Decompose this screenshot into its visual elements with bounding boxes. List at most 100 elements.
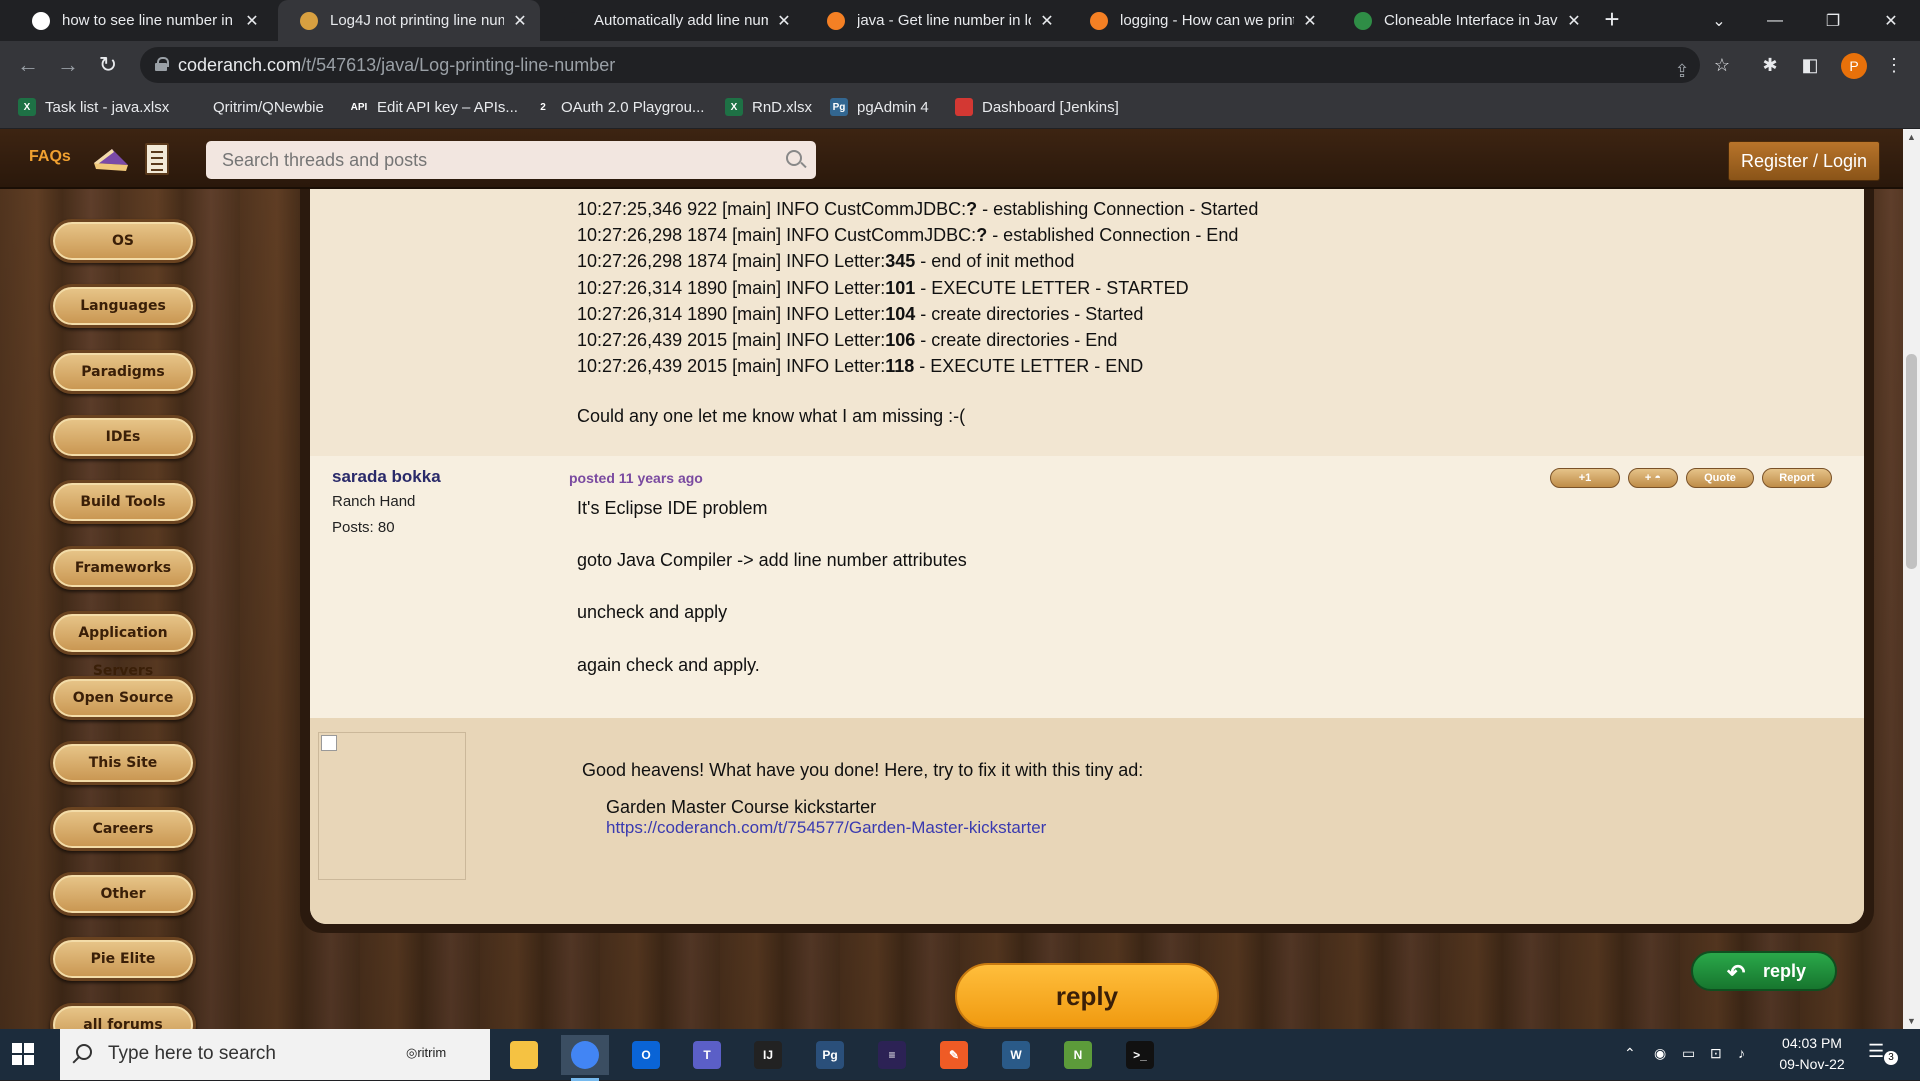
taskbar-app[interactable]: >_ bbox=[1116, 1035, 1164, 1075]
chrome-menu-icon[interactable]: ⋮ bbox=[1880, 51, 1908, 79]
reply-button[interactable]: reply bbox=[955, 963, 1219, 1029]
sidebar-forum-button[interactable]: all forums bbox=[50, 1002, 196, 1029]
back-icon[interactable]: ← bbox=[14, 51, 42, 79]
taskbar-app[interactable]: ≡ bbox=[868, 1035, 916, 1075]
close-tab-icon[interactable]: ✕ bbox=[1300, 11, 1320, 31]
browser-tab[interactable]: Cloneable Interface in Java ✕ bbox=[1332, 0, 1594, 41]
browser-tab[interactable]: how to see line number in l ✕ bbox=[10, 0, 272, 41]
lock-icon[interactable] bbox=[155, 57, 169, 71]
sidebar-forum-button[interactable]: Build Tools bbox=[50, 480, 196, 525]
browser-tab[interactable]: Automatically add line num ✕ bbox=[542, 0, 804, 41]
sidebar-forum-button[interactable]: Frameworks bbox=[50, 545, 196, 590]
ad-image[interactable] bbox=[318, 732, 466, 880]
volume-icon[interactable]: ♪ bbox=[1738, 1045, 1745, 1061]
recent-topics-icon[interactable] bbox=[145, 143, 169, 175]
close-tab-icon[interactable]: ✕ bbox=[242, 11, 262, 31]
taskbar-app[interactable] bbox=[500, 1035, 548, 1075]
quote-button[interactable]: Quote bbox=[1686, 468, 1754, 488]
bookmark-item[interactable]: Dashboard [Jenkins] bbox=[955, 98, 1119, 116]
tab-favicon-icon bbox=[1090, 11, 1108, 30]
search-input[interactable] bbox=[220, 147, 760, 173]
notifications-icon[interactable]: ☰ 3 bbox=[1868, 1041, 1898, 1067]
outlook-icon: O bbox=[632, 1041, 660, 1069]
post-date[interactable]: posted 11 years ago bbox=[569, 470, 703, 486]
taskbar-app[interactable]: T bbox=[683, 1035, 731, 1075]
bookmark-item[interactable]: API Edit API key – APIs... bbox=[350, 98, 518, 116]
pgadmin-icon: Pg bbox=[816, 1041, 844, 1069]
taskbar-app[interactable] bbox=[561, 1035, 609, 1081]
sidebar-forum-button[interactable]: Other bbox=[50, 872, 196, 916]
tiny-ad: Good heavens! What have you done! Here, … bbox=[310, 718, 1864, 924]
share-icon[interactable]: ⇪ bbox=[1668, 57, 1696, 85]
qritrim-badge[interactable]: ◎ritrim bbox=[406, 1045, 446, 1061]
postman-icon: ✎ bbox=[940, 1041, 968, 1069]
close-tab-icon[interactable]: ✕ bbox=[1037, 11, 1057, 31]
browser-tab-strip: how to see line number in l ✕ Log4J not pr… bbox=[0, 0, 1920, 41]
sidebar-forum-button[interactable]: Languages bbox=[50, 284, 196, 329]
scroll-down-icon[interactable]: ▼ bbox=[1903, 1013, 1920, 1029]
bookmark-item[interactable]: Pg pgAdmin 4 bbox=[830, 98, 929, 116]
bookmark-star-icon[interactable]: ☆ bbox=[1708, 51, 1736, 79]
scroll-up-icon[interactable]: ▲ bbox=[1903, 129, 1920, 145]
bookmark-item[interactable]: X RnD.xlsx bbox=[725, 98, 812, 116]
sidebar-forum-button[interactable]: This Site bbox=[50, 741, 196, 786]
register-login-button[interactable]: Register / Login bbox=[1728, 141, 1880, 181]
sidebar-forum-button[interactable]: Careers bbox=[50, 806, 196, 851]
extensions-icon[interactable]: ✱ bbox=[1756, 51, 1784, 79]
page-scrollbar[interactable]: ▲ ▼ bbox=[1903, 129, 1920, 1029]
profile-avatar[interactable]: P bbox=[1841, 53, 1867, 79]
faqs-link[interactable]: FAQs bbox=[29, 148, 71, 166]
taskbar-app[interactable]: ✎ bbox=[930, 1035, 978, 1075]
plus-one-button[interactable]: +1 bbox=[1550, 468, 1620, 488]
forward-icon[interactable]: → bbox=[54, 51, 82, 79]
taskbar-app[interactable]: IJ bbox=[744, 1035, 792, 1075]
taskbar-search[interactable]: Type here to search ◎ritrim bbox=[60, 1029, 490, 1080]
reload-icon[interactable]: ↻ bbox=[94, 51, 122, 79]
browser-tab[interactable]: java - Get line number in lo ✕ bbox=[805, 0, 1067, 41]
tab-title: Cloneable Interface in Java bbox=[1384, 12, 1558, 29]
sidebar-forum-button[interactable]: Application Servers bbox=[50, 610, 196, 679]
taskbar-app[interactable]: Pg bbox=[806, 1035, 854, 1075]
taskbar-clock[interactable]: 04:03 PM 09-Nov-22 bbox=[1772, 1033, 1852, 1075]
search-icon[interactable] bbox=[786, 150, 802, 166]
reply-green-button[interactable]: ↶ reply bbox=[1691, 951, 1837, 991]
taskbar-app[interactable]: O bbox=[622, 1035, 670, 1075]
scrollbar-thumb[interactable] bbox=[1906, 354, 1917, 569]
bookmark-item[interactable]: X Task list - java.xlsx bbox=[18, 98, 169, 116]
new-tab-icon[interactable]: + bbox=[1598, 6, 1626, 34]
url-text[interactable]: coderanch.com/t/547613/java/Log-printing… bbox=[178, 55, 615, 76]
close-tab-icon[interactable]: ✕ bbox=[1564, 11, 1584, 31]
meet-now-icon[interactable]: ◉ bbox=[1654, 1045, 1666, 1062]
tray-chevron-icon[interactable]: ⌃ bbox=[1624, 1045, 1636, 1062]
ad-link[interactable]: https://coderanch.com/t/754577/Garden-Ma… bbox=[606, 818, 1046, 838]
close-window-icon[interactable]: ✕ bbox=[1862, 0, 1920, 41]
intellij-icon: IJ bbox=[754, 1041, 782, 1069]
bookmark-item[interactable]: Qritrim/QNewbie bbox=[186, 98, 324, 116]
sidebar-forum-button[interactable]: Paradigms bbox=[50, 349, 196, 394]
close-tab-icon[interactable]: ✕ bbox=[510, 11, 530, 31]
tab-search-icon[interactable]: ⌄ bbox=[1690, 0, 1748, 41]
browser-tab[interactable]: Log4J not printing line num ✕ bbox=[278, 0, 540, 41]
minimize-icon[interactable]: — bbox=[1746, 0, 1804, 41]
close-tab-icon[interactable]: ✕ bbox=[774, 11, 794, 31]
network-icon[interactable]: ⊡ bbox=[1710, 1045, 1722, 1062]
report-button[interactable]: Report bbox=[1762, 468, 1832, 488]
chrome-icon bbox=[571, 1041, 599, 1069]
browser-tab[interactable]: logging - How can we print ✕ bbox=[1068, 0, 1330, 41]
windows-start-icon[interactable] bbox=[12, 1043, 34, 1065]
bookmark-item[interactable]: 2 OAuth 2.0 Playgrou... bbox=[534, 98, 704, 116]
give-pie-button[interactable]: + ◓ bbox=[1628, 468, 1678, 488]
restore-icon[interactable]: ❐ bbox=[1804, 0, 1862, 41]
sidebar-forum-button[interactable]: Pie Elite bbox=[50, 937, 196, 982]
bookmark-label: Edit API key – APIs... bbox=[377, 98, 518, 116]
battery-icon[interactable]: ▭ bbox=[1682, 1045, 1695, 1062]
side-panel-icon[interactable]: ◧ bbox=[1796, 51, 1824, 79]
pie-icon[interactable] bbox=[92, 143, 130, 175]
sidebar-forum-button[interactable]: OS bbox=[50, 219, 196, 263]
taskbar-app[interactable]: N bbox=[1054, 1035, 1102, 1075]
address-bar[interactable]: coderanch.com/t/547613/java/Log-printing… bbox=[140, 47, 1700, 83]
sidebar-forum-button[interactable]: Open Source bbox=[50, 676, 196, 721]
sidebar-forum-button[interactable]: IDEs bbox=[50, 414, 196, 459]
post-author[interactable]: sarada bokka bbox=[332, 467, 441, 487]
taskbar-app[interactable]: W bbox=[992, 1035, 1040, 1075]
